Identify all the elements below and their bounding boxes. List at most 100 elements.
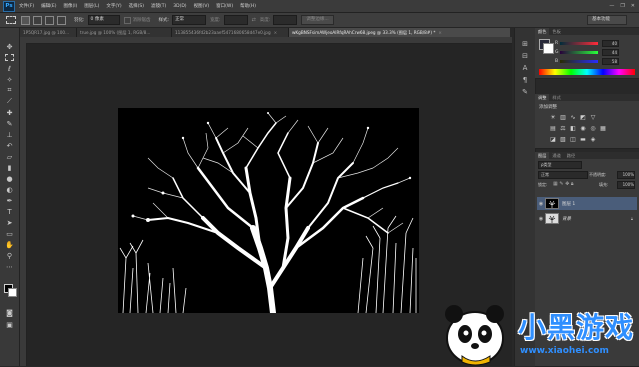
- swap-icon[interactable]: ⇄: [252, 17, 256, 23]
- tab-document-1[interactable]: 1P5QR17.jpg @ 100...: [20, 28, 77, 37]
- levels-icon[interactable]: ▥: [559, 114, 567, 121]
- background-color-swatch[interactable]: [8, 288, 17, 297]
- workspace-button[interactable]: 基本功能: [587, 15, 627, 25]
- background-color-chip[interactable]: [543, 43, 554, 54]
- move-tool-icon[interactable]: ✥: [4, 42, 15, 51]
- menu-filter[interactable]: 滤镜(T): [151, 3, 166, 9]
- tab-styles[interactable]: 样式: [549, 94, 563, 101]
- menu-edit[interactable]: 编辑(E): [41, 3, 56, 9]
- minimize-icon[interactable]: —: [609, 3, 614, 9]
- feather-input[interactable]: 0 像素: [87, 15, 120, 25]
- menu-help[interactable]: 帮助(H): [240, 3, 256, 9]
- gradient-map-icon[interactable]: ▬: [579, 136, 587, 143]
- document-image[interactable]: [118, 108, 419, 316]
- blur-tool-icon[interactable]: ●: [4, 174, 15, 183]
- tab-document-2[interactable]: true.jpg @ 100% (图层 1, RGB/8...: [77, 28, 172, 37]
- marquee-tool-icon[interactable]: [4, 53, 15, 62]
- eyedropper-tool-icon[interactable]: ⟋: [4, 97, 15, 106]
- crop-tool-icon[interactable]: ⌗: [4, 86, 15, 95]
- exposure-icon[interactable]: ◩: [579, 114, 587, 121]
- spectrum-bar[interactable]: [539, 69, 635, 75]
- menu-image[interactable]: 图像(I): [63, 3, 77, 9]
- add-selection-icon[interactable]: [33, 15, 42, 25]
- pen-tool-icon[interactable]: ✒: [4, 196, 15, 205]
- new-selection-icon[interactable]: [21, 15, 30, 25]
- clone-stamp-tool-icon[interactable]: ⊥: [4, 130, 15, 139]
- menu-type[interactable]: 文字(Y): [106, 3, 121, 9]
- photo-filter-icon[interactable]: ◉: [579, 125, 587, 132]
- blue-value[interactable]: 58: [602, 57, 619, 65]
- red-value[interactable]: 40: [602, 39, 619, 47]
- layer-row[interactable]: ◉ 背景 🔒︎: [537, 212, 637, 225]
- color-lookup-icon[interactable]: ▦: [599, 125, 607, 132]
- tab-adjustments[interactable]: 调整: [535, 94, 550, 101]
- opacity-input[interactable]: 100%: [617, 171, 635, 179]
- lock-icons[interactable]: ▦ ✎ ✥ 🔒︎: [553, 181, 574, 188]
- gradient-tool-icon[interactable]: ▮: [4, 163, 15, 172]
- zoom-tool-icon[interactable]: ⚲: [4, 251, 15, 260]
- black-white-icon[interactable]: ◧: [569, 125, 577, 132]
- menu-file[interactable]: 文件(F): [19, 3, 34, 9]
- healing-brush-tool-icon[interactable]: ✚: [4, 108, 15, 117]
- style-select[interactable]: 正常: [172, 15, 207, 25]
- color-balance-icon[interactable]: ⚖: [559, 125, 567, 132]
- type-tool-icon[interactable]: T: [4, 207, 15, 216]
- more-tools-icon[interactable]: ⋯: [4, 262, 15, 271]
- path-selection-tool-icon[interactable]: ➤: [4, 218, 15, 227]
- lasso-tool-icon[interactable]: ℓ: [4, 64, 15, 73]
- layer-name[interactable]: 图层 1: [562, 201, 575, 207]
- height-input[interactable]: [273, 15, 298, 25]
- antialias-checkbox[interactable]: [123, 16, 131, 24]
- magic-wand-tool-icon[interactable]: ✧: [4, 75, 15, 84]
- tab-document-3[interactable]: 113855436fd2b23aaef5471680658d47e0.jpg ×: [172, 28, 289, 37]
- curves-icon[interactable]: ∿: [569, 114, 577, 121]
- tab-paths[interactable]: 路径: [564, 152, 578, 159]
- character-panel-icon[interactable]: A: [520, 64, 530, 72]
- tab-swatches[interactable]: 色板: [549, 28, 563, 35]
- tab-document-active[interactable]: wKgBNSFsimAWjeoAIRfqRAhCrw68.jpeg @ 33.3…: [289, 28, 510, 37]
- history-panel-icon[interactable]: ⊞: [520, 40, 530, 48]
- fill-input[interactable]: 100%: [617, 181, 635, 189]
- properties-panel-icon[interactable]: ⊟: [520, 52, 530, 60]
- eye-icon[interactable]: ◉: [537, 216, 545, 222]
- green-value[interactable]: 44: [602, 48, 619, 56]
- menu-view[interactable]: 视图(V): [194, 3, 210, 9]
- subtract-selection-icon[interactable]: [45, 15, 54, 25]
- blend-mode-select[interactable]: 正常: [538, 171, 588, 179]
- brightness-contrast-icon[interactable]: ☀: [549, 114, 557, 121]
- blue-slider[interactable]: B 58: [555, 57, 633, 65]
- hand-tool-icon[interactable]: ✋: [4, 240, 15, 249]
- screen-mode-icon[interactable]: ▣: [4, 320, 15, 329]
- intersect-selection-icon[interactable]: [57, 15, 66, 25]
- marquee-tool-icon[interactable]: [6, 16, 16, 24]
- menu-window[interactable]: 窗口(W): [216, 3, 233, 9]
- history-brush-tool-icon[interactable]: ↶: [4, 141, 15, 150]
- menu-select[interactable]: 选择(S): [129, 3, 144, 9]
- layer-row-selected[interactable]: ◉ 图层 1: [537, 197, 637, 210]
- layer-kind-filter[interactable]: ρ类型: [538, 161, 582, 169]
- refine-edge-button[interactable]: 调整边缘...: [301, 15, 334, 25]
- tab-color[interactable]: 颜色: [535, 28, 550, 35]
- menu-3d[interactable]: 3D(D): [173, 4, 186, 9]
- hue-saturation-icon[interactable]: ▤: [549, 125, 557, 132]
- dodge-tool-icon[interactable]: ◐: [4, 185, 15, 194]
- tab-channels[interactable]: 通道: [549, 152, 563, 159]
- vibrance-icon[interactable]: ▽: [589, 114, 597, 121]
- quick-mask-icon[interactable]: ◙: [4, 308, 15, 317]
- tab-layers[interactable]: 图层: [535, 152, 550, 159]
- threshold-icon[interactable]: ◫: [569, 136, 577, 143]
- shape-tool-icon[interactable]: ▭: [4, 229, 15, 238]
- eraser-tool-icon[interactable]: ▱: [4, 152, 15, 161]
- invert-icon[interactable]: ◪: [549, 136, 557, 143]
- green-slider[interactable]: G 44: [555, 48, 633, 56]
- selective-color-icon[interactable]: ◈: [589, 136, 597, 143]
- brush-panel-icon[interactable]: ✎: [520, 88, 530, 96]
- brush-tool-icon[interactable]: ✎: [4, 119, 15, 128]
- menu-layer[interactable]: 图层(L): [84, 3, 99, 9]
- posterize-icon[interactable]: ▧: [559, 136, 567, 143]
- red-slider[interactable]: R 40: [555, 39, 633, 47]
- channel-mixer-icon[interactable]: ◎: [589, 125, 597, 132]
- restore-icon[interactable]: ❐: [620, 3, 624, 9]
- close-icon[interactable]: ✕: [631, 3, 635, 9]
- layer-name[interactable]: 背景: [562, 216, 571, 222]
